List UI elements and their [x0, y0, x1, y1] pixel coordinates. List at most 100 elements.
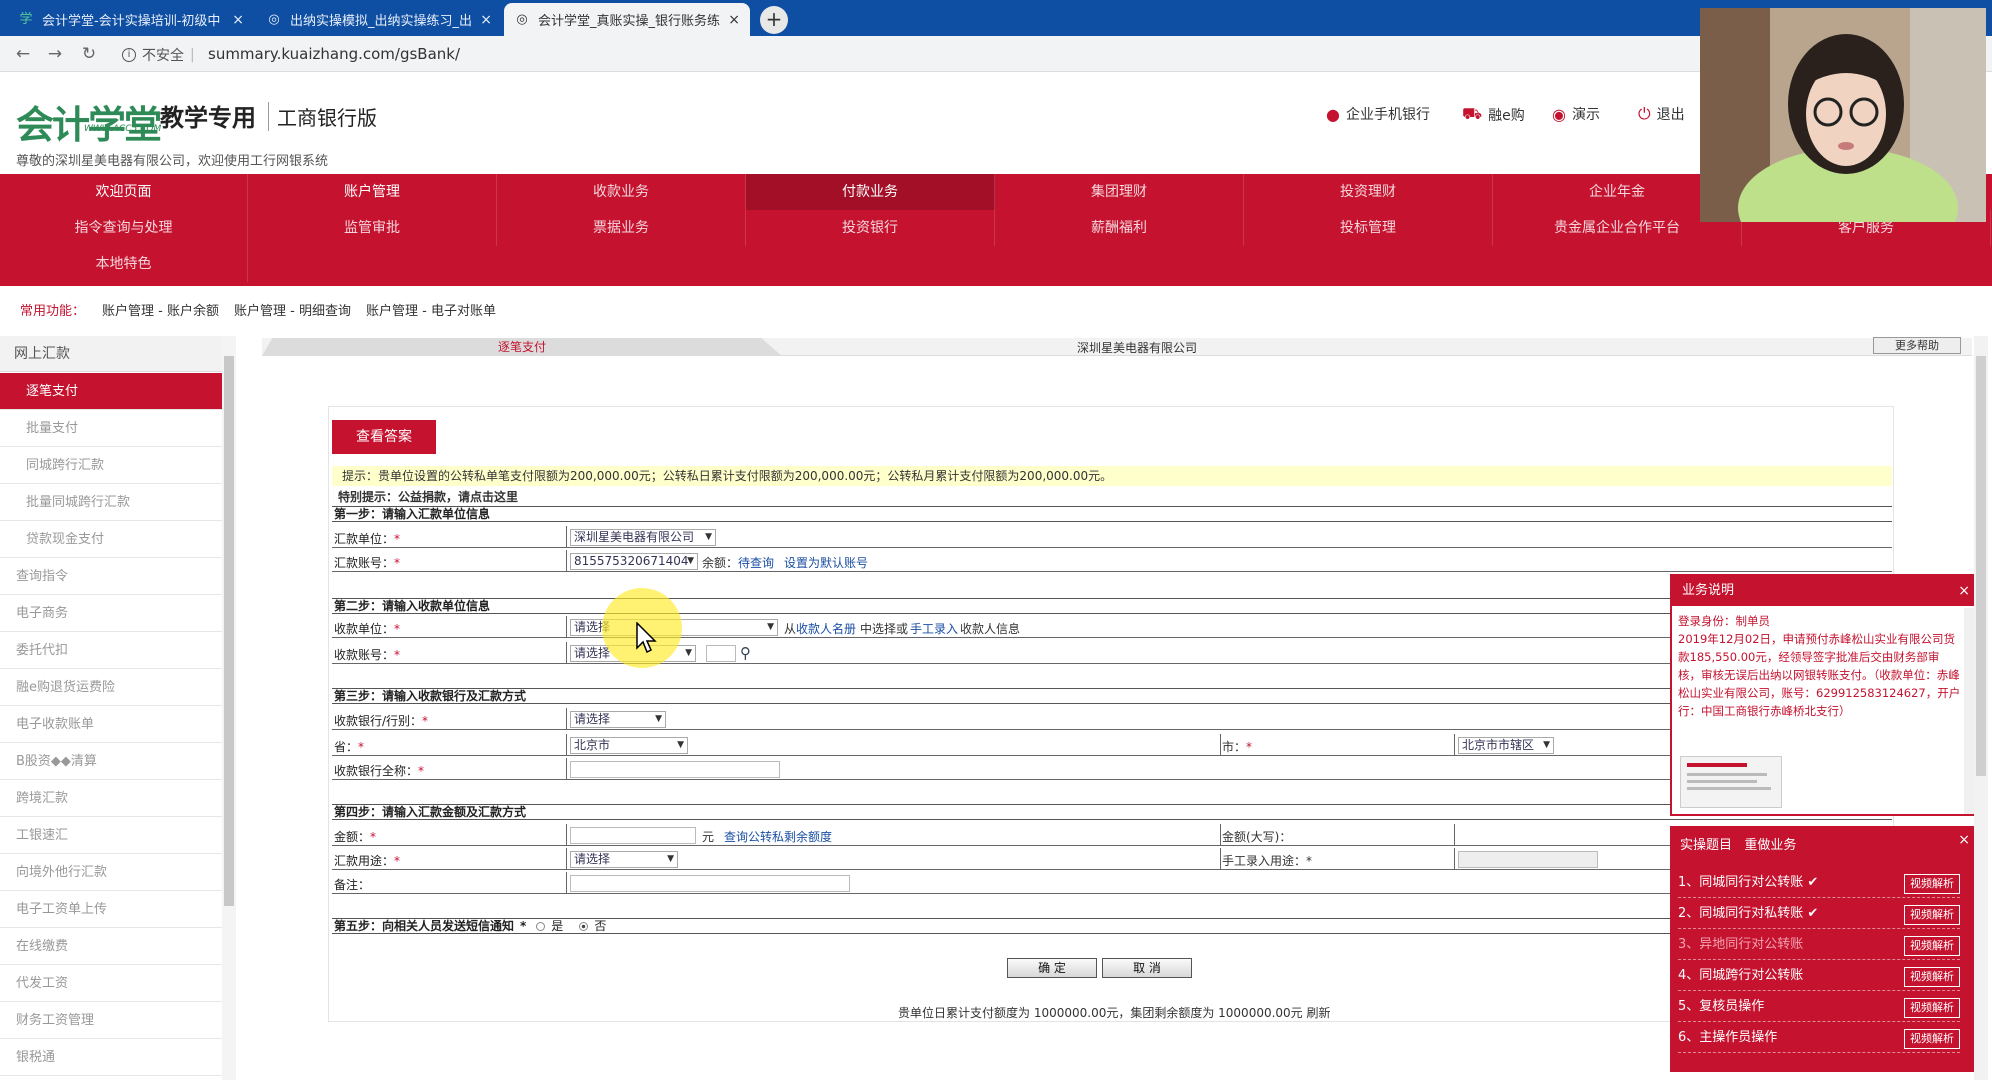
tab-title: 出纳实操模拟_出纳实操练习_出: [290, 14, 473, 29]
sidebar-section-online-remit[interactable]: 网上汇款: [0, 336, 222, 372]
memo-input[interactable]: [570, 875, 850, 892]
bank-fullname-input[interactable]: [570, 761, 780, 778]
view-answer-button[interactable]: 查看答案: [332, 420, 436, 454]
sidebar-section[interactable]: 电子工资单上传: [0, 891, 222, 928]
video-analysis-button[interactable]: 视频解析: [1904, 1029, 1960, 1049]
reload-icon[interactable]: ↻: [78, 43, 100, 65]
sidebar-item-single-pay[interactable]: 逐笔支付: [0, 373, 222, 410]
demo-link[interactable]: ◉ 演示: [1552, 104, 1600, 124]
new-tab-button[interactable]: +: [760, 6, 788, 34]
nav-bidding[interactable]: 投标管理: [1244, 210, 1493, 246]
video-analysis-button[interactable]: 视频解析: [1904, 874, 1960, 894]
video-analysis-button[interactable]: 视频解析: [1904, 998, 1960, 1018]
rong-e-gou-link[interactable]: ⛟ 融e购: [1462, 104, 1525, 125]
set-default-account-link[interactable]: 设置为默认账号: [784, 554, 868, 571]
task-item[interactable]: 6、主操作员操作 视频解析: [1678, 1023, 1960, 1053]
more-help-button[interactable]: 更多帮助: [1873, 337, 1961, 354]
sidebar-section[interactable]: 银税通: [0, 1039, 222, 1076]
remit-account-select[interactable]: 815575320671404 ▼: [570, 553, 698, 570]
video-analysis-button[interactable]: 视频解析: [1904, 967, 1960, 987]
amount-input[interactable]: [570, 827, 696, 844]
link-label: 融e购: [1488, 107, 1525, 124]
sidebar-section[interactable]: 查询指令: [0, 558, 222, 595]
purpose-select[interactable]: 请选择 ▼: [570, 851, 678, 868]
back-icon[interactable]: ←: [12, 43, 34, 65]
browser-tab-2[interactable]: ◎ 出纳实操模拟_出纳实操练习_出 ×: [256, 3, 502, 36]
nav-payment-business[interactable]: 付款业务: [746, 174, 995, 210]
confirm-button[interactable]: 确 定: [1007, 958, 1097, 978]
step-4-heading: 第四步：请输入汇款金额及汇款方式: [332, 804, 1892, 820]
sidebar-section[interactable]: 跨境汇款: [0, 780, 222, 817]
sidebar-section[interactable]: 融e购退货运费险: [0, 669, 222, 706]
province-select[interactable]: 北京市 ▼: [570, 737, 688, 754]
sidebar-section[interactable]: 委托代扣: [0, 632, 222, 669]
sidebar-section[interactable]: 向境外他行汇款: [0, 854, 222, 891]
bank-select[interactable]: 请选择 ▼: [570, 711, 666, 728]
balance-query-link[interactable]: 待查询: [738, 554, 774, 571]
remit-unit-row: 汇款单位：* 深圳星美电器有限公司 ▼: [332, 526, 1892, 548]
sidebar-section[interactable]: 电子商务: [0, 595, 222, 632]
security-indicator[interactable]: i 不安全 |: [122, 45, 195, 65]
sidebar-item-loan-cash[interactable]: 贷款现金支付: [0, 521, 222, 558]
magnifier-icon[interactable]: ⚲: [740, 644, 751, 662]
nav-investment[interactable]: 投资理财: [1244, 174, 1493, 210]
payee-roster-link[interactable]: 收款人名册: [796, 620, 856, 637]
nav-instruction-query[interactable]: 指令查询与处理: [0, 210, 248, 246]
page-scroll-thumb[interactable]: [1976, 356, 1986, 776]
browser-tab-1[interactable]: 学 会计学堂-会计实操培训-初级中 ×: [8, 3, 254, 36]
nav-supervision[interactable]: 监管审批: [248, 210, 497, 246]
nav-payroll[interactable]: 薪酬福利: [995, 210, 1244, 246]
close-icon[interactable]: ×: [232, 12, 244, 28]
tab-single-pay[interactable]: 逐笔支付: [262, 338, 782, 356]
quick-link[interactable]: 账户管理 - 账户余额: [102, 300, 219, 319]
remit-unit-select[interactable]: 深圳星美电器有限公司 ▼: [570, 529, 716, 546]
city-select[interactable]: 北京市市辖区 ▼: [1458, 737, 1554, 754]
close-icon[interactable]: ×: [480, 12, 492, 28]
nav-receipt-business[interactable]: 收款业务: [497, 174, 746, 210]
url-field[interactable]: summary.kuaizhang.com/gsBank/: [208, 45, 460, 63]
task-item[interactable]: 2、同城同行对私转账 ✔ 视频解析: [1678, 899, 1960, 929]
mobile-bank-link[interactable]: ● 企业手机银行: [1326, 104, 1430, 124]
sms-no-radio[interactable]: [579, 921, 589, 931]
special-tip-link[interactable]: 特别提示：公益捐款，请点击这里: [338, 488, 518, 505]
task-item[interactable]: 5、复核员操作 视频解析: [1678, 992, 1960, 1022]
task-item[interactable]: 1、同城同行对公转账 ✔ 视频解析: [1678, 868, 1960, 898]
nav-welcome[interactable]: 欢迎页面: [0, 174, 248, 210]
quick-link[interactable]: 账户管理 - 电子对账单: [366, 300, 496, 319]
sidebar-section[interactable]: 代发工资: [0, 965, 222, 1002]
video-analysis-button[interactable]: 视频解析: [1904, 905, 1960, 925]
browser-tab-3[interactable]: ◎ 会计学堂_真账实操_银行账务练 ×: [504, 3, 750, 36]
nav-investment-bank[interactable]: 投资银行: [746, 210, 995, 246]
logout-link[interactable]: ⏻ 退出: [1638, 104, 1685, 124]
cancel-button[interactable]: 取 消: [1102, 958, 1192, 978]
nav-local-features[interactable]: 本地特色: [0, 246, 248, 282]
nav-group-finance[interactable]: 集团理财: [995, 174, 1244, 210]
sidebar-section[interactable]: 电子收款账单: [0, 706, 222, 743]
sidebar-section[interactable]: 在线缴费: [0, 928, 222, 965]
field-label: 收款单位：*: [334, 622, 401, 636]
sidebar-scroll-thumb[interactable]: [224, 356, 234, 906]
sidebar-section[interactable]: B股资◆◆清算: [0, 743, 222, 780]
payee-account-input[interactable]: [706, 645, 736, 662]
sidebar-section[interactable]: 工银速汇: [0, 817, 222, 854]
sidebar-item-city-interbank[interactable]: 同城跨行汇款: [0, 447, 222, 484]
sidebar-section[interactable]: 财务工资管理: [0, 1002, 222, 1039]
forward-icon[interactable]: →: [44, 43, 66, 65]
close-icon[interactable]: ×: [1958, 832, 1970, 848]
task-item[interactable]: 4、同城跨行对公转账 视频解析: [1678, 961, 1960, 991]
manual-purpose-input[interactable]: [1458, 851, 1598, 868]
sms-yes-radio[interactable]: [536, 921, 546, 931]
nav-bills[interactable]: 票据业务: [497, 210, 746, 246]
sidebar-item-batch-pay[interactable]: 批量支付: [0, 410, 222, 447]
quick-link[interactable]: 账户管理 - 明细查询: [234, 300, 351, 319]
document-thumbnail[interactable]: [1680, 756, 1782, 808]
close-icon[interactable]: ×: [728, 12, 740, 28]
task-item[interactable]: 3、异地同行对公转账 视频解析: [1678, 930, 1960, 960]
close-icon[interactable]: ×: [1958, 576, 1970, 606]
manual-entry-link[interactable]: 手工录入: [910, 620, 958, 637]
query-remaining-quota-link[interactable]: 查询公转私剩余额度: [724, 828, 832, 845]
nav-account-management[interactable]: 账户管理: [248, 174, 497, 210]
sidebar-item-batch-city-interbank[interactable]: 批量同城跨行汇款: [0, 484, 222, 521]
redo-business-link[interactable]: 重做业务: [1744, 838, 1796, 853]
video-analysis-button[interactable]: 视频解析: [1904, 936, 1960, 956]
